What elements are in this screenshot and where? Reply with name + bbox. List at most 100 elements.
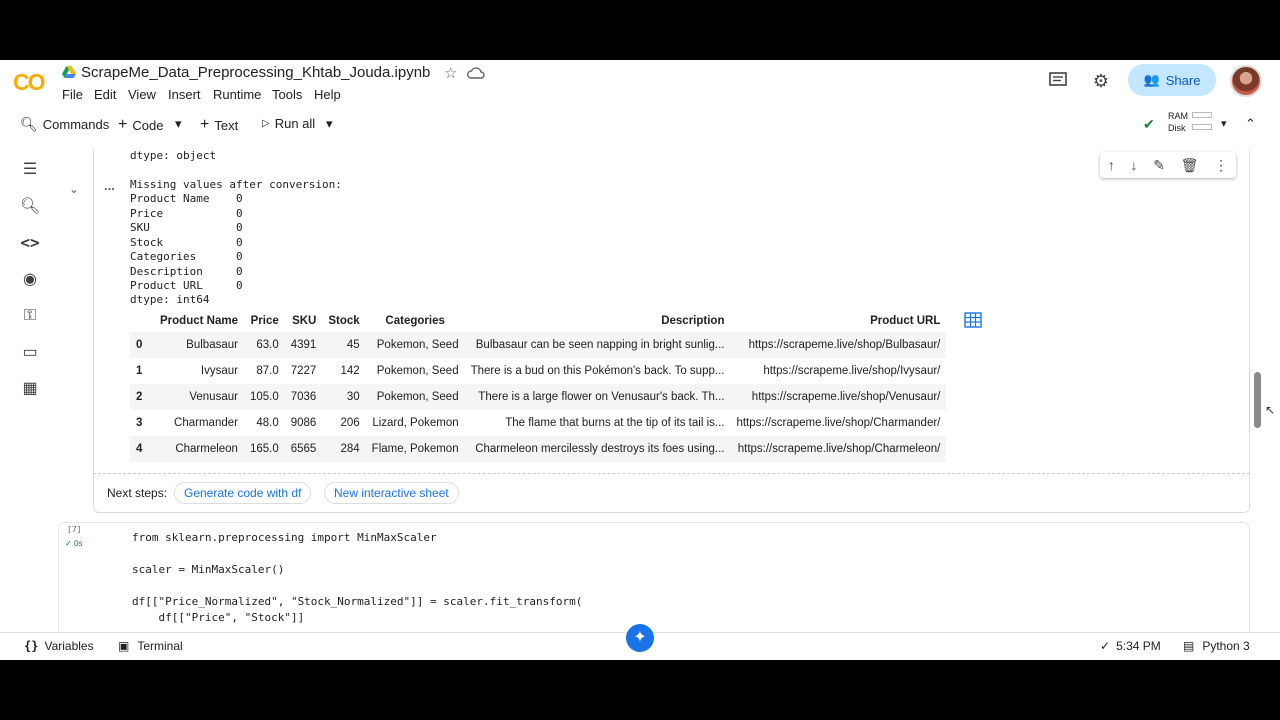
table-row: 1 Ivysaur 87.0 7227 142 Pokemon, Seed Th…: [130, 358, 946, 384]
server-icon: ▤: [1183, 639, 1195, 653]
edit-pencil-icon[interactable]: ✎: [1153, 157, 1165, 174]
ram-label: RAM: [1168, 111, 1188, 121]
dataframe-table: Product Name Price SKU Stock Categories …: [130, 310, 947, 462]
run-all-label: Run all: [274, 116, 316, 131]
people-icon: 👥: [1143, 72, 1160, 87]
cell-description: Bulbasaur can be seen napping in bright …: [475, 339, 725, 351]
cell-sku: 7036: [290, 391, 317, 403]
chevron-down-icon[interactable]: ▾: [175, 116, 182, 132]
cell-product-name: Charmander: [174, 417, 238, 429]
column-header-stock: Stock: [328, 315, 360, 327]
missing-values-line: Product URL 0: [130, 279, 243, 292]
runtime-button[interactable]: ▤ Python 3: [1183, 639, 1250, 653]
more-options-icon[interactable]: ⋮: [1214, 157, 1228, 174]
add-code-button[interactable]: + Code: [118, 116, 163, 134]
move-up-arrow-icon[interactable]: ↑: [1108, 157, 1115, 173]
delete-trash-icon[interactable]: 🗑︎: [1181, 157, 1199, 174]
cell-sku: 9086: [290, 417, 317, 429]
check-icon: ✓: [1100, 639, 1111, 653]
terminal-icon: ▣: [118, 639, 130, 653]
menu-help[interactable]: Help: [314, 87, 341, 102]
cell-sku: 7227: [290, 365, 317, 377]
data-table-icon[interactable]: ▦: [20, 379, 40, 399]
menu-file[interactable]: File: [62, 87, 83, 102]
menu-tools[interactable]: Tools: [272, 87, 302, 102]
missing-values-line: Description 0: [130, 265, 243, 278]
share-button[interactable]: 👥 Share: [1128, 64, 1216, 96]
menu-runtime[interactable]: Runtime: [213, 87, 261, 102]
output-actions-ellipsis[interactable]: ...: [104, 178, 115, 193]
next-steps-label: Next steps:: [107, 486, 168, 500]
key-icon[interactable]: ⚿: [20, 306, 40, 326]
cell-description: Charmeleon mercilessly destroys its foes…: [475, 443, 725, 455]
drive-icon: [62, 66, 76, 78]
new-interactive-sheet-chip[interactable]: New interactive sheet: [324, 482, 459, 504]
menu-view[interactable]: View: [128, 87, 156, 102]
disk-bar: [1192, 124, 1212, 130]
commands-label: Commands: [42, 117, 110, 132]
cell-stock: 206: [340, 417, 360, 429]
menu-insert[interactable]: Insert: [168, 87, 201, 102]
add-text-button[interactable]: + Text: [200, 116, 238, 134]
move-down-arrow-icon[interactable]: ↓: [1131, 157, 1138, 173]
terminal-button[interactable]: ▣ Terminal: [118, 639, 183, 653]
column-header-categories: Categories: [385, 315, 445, 327]
star-icon[interactable]: ☆: [444, 64, 457, 82]
cell-sku: 6565: [290, 443, 317, 455]
cell-product-name: Ivysaur: [200, 365, 238, 377]
comment-icon[interactable]: [1048, 71, 1068, 89]
generate-code-chip[interactable]: Generate code with df: [174, 482, 312, 504]
colab-window: CO ScrapeMe_Data_Preprocessing_Khtab_Jou…: [0, 60, 1280, 660]
vertical-scrollbar-thumb[interactable]: [1254, 372, 1261, 428]
cell-price: 165.0: [249, 443, 279, 455]
find-icon[interactable]: 🔍︎: [20, 197, 40, 217]
settings-gear-icon[interactable]: ⚙: [1091, 71, 1111, 91]
notebook-title[interactable]: ScrapeMe_Data_Preprocessing_Khtab_Jouda.…: [81, 64, 430, 81]
plus-icon: +: [118, 116, 128, 133]
cell-categories: Lizard, Pokemon: [372, 417, 459, 429]
column-header-product-name: Product Name: [160, 315, 238, 327]
index-column-header: [130, 310, 154, 332]
cell-sku: 4391: [290, 339, 317, 351]
convert-to-interactive-table-icon[interactable]: [964, 312, 982, 328]
row-index: 3: [136, 417, 143, 429]
menu-edit[interactable]: Edit: [94, 87, 116, 102]
gemini-sparkle-button[interactable]: ✦: [626, 624, 654, 652]
cell-product-url: https://scrapeme.live/shop/Venusaur/: [751, 391, 941, 403]
cell-description: There is a bud on this Pokémon's back. T…: [470, 365, 725, 377]
table-row: 4 Charmeleon 165.0 6565 284 Flame, Pokem…: [130, 436, 947, 462]
code-line[interactable]: df[["Price_Normalized", "Stock_Normalize…: [132, 595, 582, 608]
commands-button[interactable]: 🔍︎ Commands: [20, 116, 109, 133]
code-line[interactable]: scaler = MinMaxScaler(): [132, 563, 284, 576]
execution-count: [7]: [67, 525, 82, 534]
code-line[interactable]: from sklearn.preprocessing import MinMax…: [132, 531, 437, 544]
colab-logo[interactable]: CO: [13, 69, 45, 96]
files-folder-icon[interactable]: ▭: [20, 343, 40, 363]
table-of-contents-icon[interactable]: ☰: [20, 160, 40, 180]
collapse-up-icon[interactable]: ⌃: [1245, 116, 1256, 132]
cell-stock: 142: [340, 365, 360, 377]
secrets-icon[interactable]: ◉: [20, 270, 40, 290]
cell-product-url: https://scrapeme.live/shop/Charmeleon/: [737, 443, 941, 455]
cell-product-name: Bulbasaur: [186, 339, 238, 351]
terminal-label: Terminal: [137, 639, 183, 653]
user-avatar[interactable]: [1230, 65, 1262, 97]
code-line[interactable]: df[["Price", "Stock"]]: [132, 611, 304, 624]
run-duration: 0s: [73, 539, 83, 548]
chevron-down-icon[interactable]: ▾: [326, 116, 333, 132]
cell-product-url: https://scrapeme.live/shop/Bulbasaur/: [748, 339, 941, 351]
variables-button[interactable]: {} Variables: [24, 639, 94, 653]
cloud-saved-icon[interactable]: [467, 66, 485, 80]
code-snippets-icon[interactable]: <>: [20, 233, 40, 253]
missing-values-header: Missing values after conversion:: [130, 178, 342, 191]
missing-values-line: Product Name 0: [130, 192, 243, 205]
last-run-status[interactable]: ✓ 5:34 PM: [1100, 639, 1161, 653]
column-header-price: Price: [250, 315, 279, 327]
run-all-button[interactable]: ▷ Run all: [262, 116, 315, 131]
connected-check-icon: ✔: [1143, 116, 1155, 132]
chevron-down-icon[interactable]: ▾: [1221, 117, 1227, 130]
cell-categories: Flame, Pokemon: [371, 443, 459, 455]
resource-monitor[interactable]: RAM Disk: [1168, 110, 1188, 134]
runtime-label: Python 3: [1202, 639, 1250, 653]
collapse-output-chevron-icon[interactable]: ⌄: [69, 182, 79, 196]
